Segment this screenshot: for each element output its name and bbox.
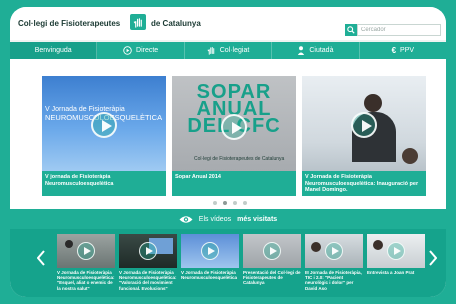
play-icon[interactable] bbox=[325, 242, 343, 260]
carousel-dot-active[interactable] bbox=[223, 201, 227, 205]
carousel-dot[interactable] bbox=[213, 201, 217, 205]
speaker-head bbox=[364, 94, 382, 112]
search-input[interactable] bbox=[357, 24, 441, 36]
carousel-dot[interactable] bbox=[243, 201, 247, 205]
video-thumbnail[interactable] bbox=[57, 234, 115, 268]
featured-section: V Jornada de Fisioteràpia NEUROMUSCULOES… bbox=[10, 59, 446, 209]
video-caption[interactable]: V Jornada de Fisioteràpia Neuromusculoes… bbox=[305, 174, 423, 194]
video-item[interactable]: III Jornada de Fisioteràpia, TIC i 2.0: … bbox=[305, 234, 363, 296]
play-icon[interactable] bbox=[139, 242, 157, 260]
nav-item-directe[interactable]: Directe bbox=[97, 42, 185, 59]
video-thumbnail[interactable] bbox=[305, 234, 363, 268]
hand-icon bbox=[207, 46, 216, 55]
nav-label: Col·legiat bbox=[219, 47, 250, 54]
hand-icon[interactable] bbox=[130, 14, 146, 30]
carousel-dots bbox=[213, 201, 247, 205]
video-caption[interactable]: Sopar Anual 2014 bbox=[175, 174, 293, 181]
video-item[interactable]: Entrevista a Joan Prat bbox=[367, 234, 425, 296]
video-caption[interactable]: V Jornada de Fisioteràpia Neuromusculoes… bbox=[181, 270, 239, 280]
nav-item-ppv[interactable]: € PPV bbox=[360, 42, 446, 59]
video-thumbnail[interactable]: SOPAR ANUAL DEL CFC Col·legi de Fisioter… bbox=[172, 76, 296, 171]
play-icon[interactable] bbox=[91, 112, 117, 138]
play-icon[interactable] bbox=[221, 114, 247, 140]
main-nav: Benvinguda Directe Col·legiat Ciutadà € … bbox=[10, 42, 446, 59]
speaker-head bbox=[311, 242, 321, 252]
video-caption[interactable]: III Jornada de Fisioteràpia, TIC i 2.0: … bbox=[305, 270, 363, 291]
header: Col·legi de Fisioterapeutes de Catalunya bbox=[10, 7, 446, 40]
carousel-dot[interactable] bbox=[233, 201, 237, 205]
most-viewed-bold: més visitats bbox=[237, 215, 278, 223]
video-caption[interactable]: V Jornada de Fisioteràpia Neuromusculoes… bbox=[57, 270, 115, 291]
nav-label: Benvinguda bbox=[34, 47, 72, 54]
most-viewed-strip: V Jornada de Fisioteràpia Neuromusculoes… bbox=[10, 229, 446, 297]
video-thumbnail[interactable] bbox=[302, 76, 426, 171]
speaker-head bbox=[65, 240, 73, 248]
chevron-left-icon[interactable] bbox=[36, 247, 46, 269]
video-caption[interactable]: Entrevista a Joan Prat bbox=[367, 270, 425, 275]
search-icon[interactable] bbox=[345, 24, 357, 36]
video-thumbnail[interactable] bbox=[243, 234, 301, 268]
video-item[interactable]: V Jornada de Fisioteràpia Neuromusculoes… bbox=[119, 234, 177, 296]
play-icon[interactable] bbox=[351, 112, 377, 138]
eye-icon bbox=[179, 215, 193, 224]
video-item[interactable]: V Jornada de Fisioteràpia Neuromusculoes… bbox=[181, 234, 239, 296]
euro-icon: € bbox=[391, 46, 397, 55]
video-caption[interactable]: V jornada de Fisioteràpia Neuromusculoes… bbox=[45, 174, 163, 187]
featured-card[interactable]: V Jornada de Fisioteràpia NEUROMUSCULOES… bbox=[42, 76, 166, 196]
audience-head bbox=[402, 148, 418, 164]
video-item[interactable]: Presentació del Col·legi de Fisioterapeu… bbox=[243, 234, 301, 296]
thumb-footer: Col·legi de Fisioterapeutes de Catalunya bbox=[194, 156, 285, 162]
play-icon[interactable] bbox=[201, 242, 219, 260]
video-caption[interactable]: Presentació del Col·legi de Fisioterapeu… bbox=[243, 270, 301, 286]
play-icon[interactable] bbox=[387, 242, 405, 260]
person-icon bbox=[297, 46, 305, 55]
nav-item-collegiat[interactable]: Col·legiat bbox=[185, 42, 273, 59]
video-thumbnail[interactable] bbox=[181, 234, 239, 268]
video-thumbnail[interactable] bbox=[119, 234, 177, 268]
video-item[interactable]: V Jornada de Fisioteràpia Neuromusculoes… bbox=[57, 234, 115, 296]
most-viewed-prefix: Els vídeos bbox=[198, 215, 232, 223]
nav-label: Directe bbox=[136, 47, 159, 54]
nav-label: Ciutadà bbox=[309, 47, 334, 54]
video-thumbnail[interactable]: V Jornada de Fisioteràpia NEUROMUSCULOES… bbox=[42, 76, 166, 171]
video-thumbnail[interactable] bbox=[367, 234, 425, 268]
speaker-head bbox=[373, 240, 383, 250]
featured-card[interactable]: V Jornada de Fisioteràpia Neuromusculoes… bbox=[302, 76, 426, 196]
play-icon[interactable] bbox=[263, 242, 281, 260]
chevron-right-icon[interactable] bbox=[428, 247, 438, 269]
search-box bbox=[345, 24, 441, 36]
nav-label: PPV bbox=[400, 47, 415, 54]
featured-card[interactable]: SOPAR ANUAL DEL CFC Col·legi de Fisioter… bbox=[172, 76, 296, 196]
nav-item-benvinguda[interactable]: Benvinguda bbox=[10, 42, 98, 59]
most-viewed-bar: Els vídeos més visitats bbox=[10, 209, 446, 229]
nav-item-ciutada[interactable]: Ciutadà bbox=[272, 42, 360, 59]
logo-text-left: Col·legi de Fisioterapeutes bbox=[18, 19, 121, 28]
play-icon[interactable] bbox=[77, 242, 95, 260]
video-caption[interactable]: V Jornada de Fisioteràpia Neuromusculoes… bbox=[119, 270, 177, 291]
play-circle-icon bbox=[123, 46, 132, 55]
logo-text-right: de Catalunya bbox=[151, 19, 201, 28]
app-frame: Col·legi de Fisioterapeutes de Catalunya… bbox=[10, 7, 446, 297]
